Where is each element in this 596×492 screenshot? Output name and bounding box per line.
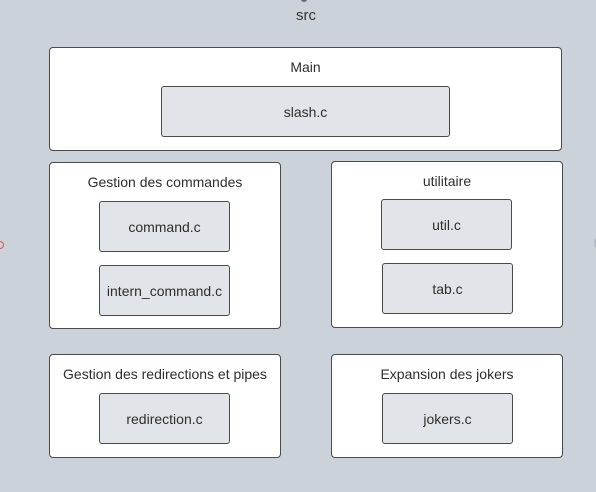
file-jokers-c[interactable]: jokers.c — [382, 393, 513, 444]
file-redirection-c[interactable]: redirection.c — [99, 393, 230, 444]
group-redirections[interactable]: Gestion des redirections et pipes redire… — [49, 354, 281, 458]
group-main[interactable]: Main slash.c — [49, 47, 562, 151]
file-util-c[interactable]: util.c — [381, 199, 512, 250]
root-folder-title: src — [296, 7, 316, 24]
group-commands[interactable]: Gestion des commandes command.c intern_c… — [49, 162, 281, 329]
group-jokers-title: Expansion des jokers — [380, 366, 514, 382]
group-utilitaire[interactable]: utilitaire util.c tab.c — [331, 161, 563, 328]
file-command-c[interactable]: command.c — [99, 201, 230, 252]
group-jokers[interactable]: Expansion des jokers jokers.c — [331, 354, 563, 458]
connector-point[interactable] — [0, 241, 4, 249]
connector-handle[interactable] — [301, 0, 307, 2]
group-utilitaire-title: utilitaire — [422, 173, 472, 189]
file-intern-command-c[interactable]: intern_command.c — [99, 265, 230, 316]
group-commands-title: Gestion des commandes — [87, 174, 243, 190]
file-tab-c[interactable]: tab.c — [382, 263, 513, 314]
group-main-title: Main — [290, 59, 321, 75]
file-slash-c[interactable]: slash.c — [161, 86, 450, 137]
group-redirections-title: Gestion des redirections et pipes — [63, 366, 267, 382]
